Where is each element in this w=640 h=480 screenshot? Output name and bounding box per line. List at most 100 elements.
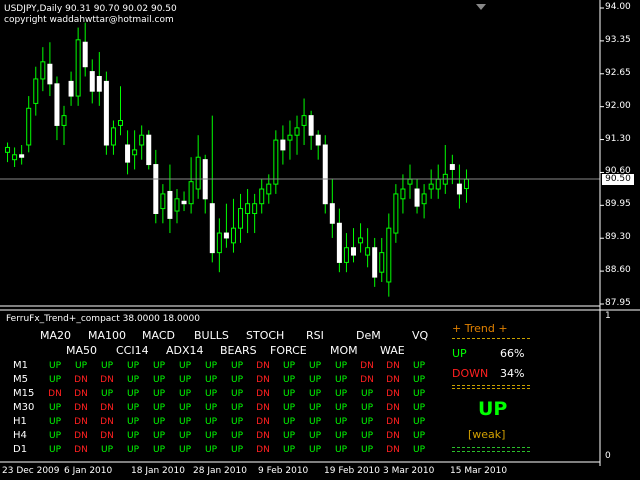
indicator-header: ADX14 [166, 344, 204, 357]
candle [26, 96, 32, 153]
signal-cell: UP [48, 403, 61, 413]
signal-cell: DN [386, 417, 400, 427]
signal-cell: DN [74, 375, 88, 385]
candle [358, 223, 364, 253]
candle [301, 98, 307, 145]
bear-candle-body [308, 115, 314, 136]
bull-candle-body [132, 149, 138, 156]
signal-cell: DN [386, 403, 400, 413]
bull-candle-body [266, 183, 272, 195]
signal-cell: UP [412, 431, 425, 441]
signal-cell: UP [282, 375, 295, 385]
signal-cell: UP [152, 375, 165, 385]
candle [167, 164, 173, 234]
candle [89, 59, 95, 104]
bull-candle-body [379, 252, 385, 273]
candle [252, 193, 258, 234]
candle [12, 147, 18, 168]
signal-cell: DN [386, 431, 400, 441]
candle [54, 76, 60, 141]
signal-cell: UP [282, 403, 295, 413]
candle [216, 218, 222, 273]
signal-cell: DN [74, 445, 88, 455]
candle [47, 42, 53, 97]
signal-cell: UP [360, 389, 373, 399]
indicator-scale-top: 1 [605, 311, 611, 321]
bear-candle-body [329, 203, 335, 224]
bull-candle-body [435, 178, 441, 190]
indicator-header: BEARS [220, 344, 257, 357]
candle [456, 164, 462, 209]
candle [379, 237, 385, 282]
divider-bottom [452, 447, 530, 448]
bull-candle-body [188, 181, 194, 205]
candle [322, 135, 328, 214]
shift-marker-icon[interactable] [476, 4, 486, 10]
signal-cell: UP [412, 375, 425, 385]
price-tick-label: 88.60 [605, 265, 631, 276]
chart-title: USDJPY,Daily 90.31 90.70 90.02 90.50 cop… [4, 4, 177, 26]
candle [181, 191, 187, 212]
signal-cell: UP [334, 361, 347, 371]
bear-candle-body [82, 41, 88, 68]
bull-candle-body [216, 232, 222, 254]
candle [386, 213, 392, 297]
signal-cell: UP [126, 417, 139, 427]
bull-candle-body [195, 156, 201, 190]
candle [125, 130, 131, 175]
signal-cell: UP [282, 389, 295, 399]
signal-cell: UP [126, 361, 139, 371]
timeframe-label: D1 [13, 444, 28, 455]
bull-candle-body [230, 227, 236, 244]
candle [329, 179, 335, 238]
bull-candle-body [259, 188, 265, 205]
price-tick-label: 91.30 [605, 133, 631, 144]
bull-candle-body [358, 237, 364, 244]
signal-cell: UP [204, 431, 217, 441]
signal-cell: UP [308, 417, 321, 427]
price-tick-label: 89.95 [605, 199, 631, 210]
signal-cell: DN [386, 361, 400, 371]
bull-candle-body [33, 78, 39, 104]
candle [5, 142, 11, 163]
indicator-header: MA20 [40, 329, 72, 342]
signal-cell: DN [256, 375, 270, 385]
time-tick-label: 3 Mar 2010 [383, 466, 435, 476]
signal-cell: UP [412, 417, 425, 427]
up-label: UP [452, 347, 467, 360]
bull-candle-body [245, 203, 251, 214]
timeframe-label: M1 [13, 360, 28, 371]
symbol-ohlc-text: USDJPY,Daily 90.31 90.70 90.02 90.50 [4, 4, 177, 14]
time-tick-label: 9 Feb 2010 [258, 466, 309, 476]
bear-candle-body [414, 188, 420, 207]
candle [132, 130, 138, 170]
down-percent: 34% [500, 367, 525, 380]
bear-candle-body [351, 247, 356, 256]
indicator-name: FerruFx_Trend+_compact 38.0000 18.0000 [6, 314, 200, 324]
candle [61, 105, 67, 145]
bull-candle-body [400, 188, 406, 200]
signal-cell: UP [178, 445, 191, 455]
signal-cell: UP [178, 417, 191, 427]
candle [407, 164, 413, 199]
indicator-header: WAE [380, 344, 405, 357]
indicator-header: STOCH [246, 329, 285, 342]
bull-candle-body [365, 247, 371, 256]
candle [393, 184, 399, 243]
bull-candle-body [61, 115, 67, 126]
signal-cell: DN [74, 431, 88, 441]
price-tick-label: 92.00 [605, 100, 631, 111]
bull-candle-body [5, 146, 11, 153]
candle [33, 66, 39, 116]
candle [223, 203, 229, 248]
down-label: DOWN [452, 367, 489, 380]
candle [351, 228, 356, 263]
bull-candle-body [139, 134, 145, 146]
candle [442, 144, 448, 194]
timeframe-label: H1 [13, 416, 27, 427]
signal-cell: UP [152, 389, 165, 399]
bull-candle-body [393, 193, 399, 234]
bear-candle-body [223, 232, 229, 239]
candle [82, 22, 88, 77]
candle [174, 189, 180, 224]
